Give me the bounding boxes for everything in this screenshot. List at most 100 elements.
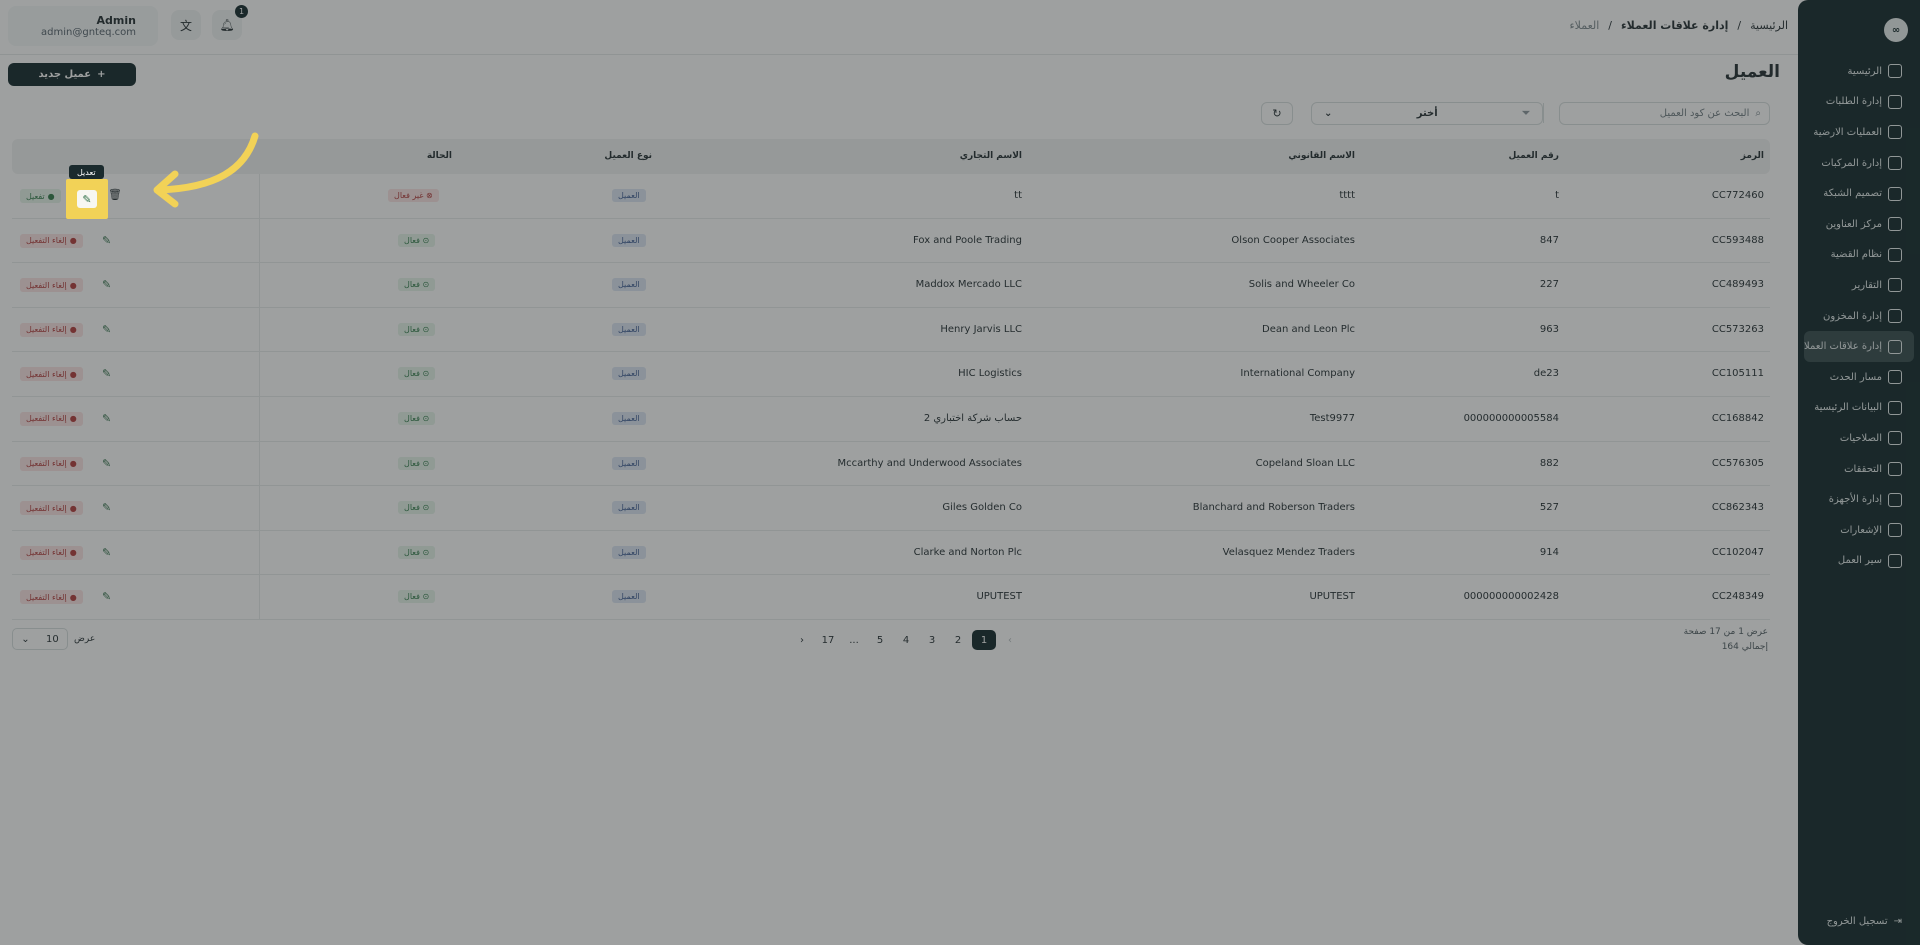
table-row[interactable]: CC489493 227 Solis and Wheeler Co Maddox…: [12, 263, 1770, 308]
delete-button[interactable]: 🗑︎: [108, 188, 122, 201]
table-row[interactable]: CC862343 527 Blanchard and Roberson Trad…: [12, 486, 1770, 531]
route-icon: [1888, 370, 1902, 385]
status-label: فعال: [404, 592, 420, 602]
page-button[interactable]: 1: [972, 630, 996, 650]
prev-page-button[interactable]: ‹: [998, 630, 1022, 650]
table-row[interactable]: CC576305 882 Copeland Sloan LLC Mccarthy…: [12, 441, 1770, 487]
cell-code: CC772460: [1711, 190, 1764, 201]
customer-type-badge: العميل: [612, 501, 646, 515]
status-label: غير فعال: [394, 191, 424, 200]
sidebar-item-4[interactable]: تصميم الشبكة: [1804, 178, 1914, 209]
sidebar-item-6[interactable]: نظام القضية: [1804, 240, 1914, 271]
column-header-trade-name[interactable]: الاسم التجاري: [960, 151, 1022, 161]
toggle-icon: ●: [69, 369, 77, 379]
edit-button[interactable]: ✎: [102, 457, 111, 470]
edit-button[interactable]: ✎: [102, 323, 111, 336]
customer-type-badge: العميل: [612, 189, 646, 202]
customer-type-badge: العميل: [612, 233, 646, 247]
table-row[interactable]: CC168842 000000000005584 Test9977 2 حساب…: [12, 396, 1770, 442]
edit-button[interactable]: ✎: [102, 590, 111, 603]
column-header-legal-name[interactable]: الاسم القانوني: [1288, 151, 1355, 161]
cell-code: CC576305: [1711, 457, 1764, 469]
edit-button[interactable]: ✎: [102, 412, 111, 425]
cell-trade-name: Henry Jarvis LLC: [940, 323, 1022, 335]
breadcrumb-crm[interactable]: إدارة علاقات العملاء: [1621, 19, 1728, 32]
sidebar-item-1[interactable]: إدارة الطلبات: [1804, 87, 1914, 118]
sidebar: ∞ الرئيسية إدارة الطلبات العمليات الارضية إ…: [1798, 0, 1920, 945]
toggle-status-button[interactable]: إلغاء التفعيل ●: [20, 545, 83, 560]
logout-button[interactable]: تسجيل الخروج ⇥: [1798, 916, 1920, 927]
sidebar-item-9[interactable]: إدارة علاقات العملاء: [1804, 331, 1914, 362]
new-customer-button[interactable]: عميل جديد +: [8, 63, 136, 86]
edit-button[interactable]: ✎: [102, 278, 111, 291]
filter-select[interactable]: ⌄ أختر ⏷: [1311, 102, 1543, 125]
toggle-status-button[interactable]: إلغاء التفعيل ●: [20, 233, 83, 248]
sidebar-item-7[interactable]: التقارير: [1804, 270, 1914, 301]
cell-number: 963: [1539, 323, 1559, 335]
edit-button[interactable]: ✎: [102, 234, 111, 247]
sidebar-item-5[interactable]: مركز العناوين: [1804, 209, 1914, 240]
page-button[interactable]: 2: [946, 630, 970, 650]
cell-number: 914: [1539, 546, 1559, 558]
toggle-status-button[interactable]: إلغاء التفعيل ●: [20, 322, 83, 337]
toggle-status-button[interactable]: إلغاء التفعيل ●: [20, 590, 83, 605]
logout-icon: ⇥: [1893, 916, 1902, 927]
table-row[interactable]: CC248349 000000000002428 UPUTEST UPUTEST…: [12, 575, 1770, 620]
sidebar-item-15[interactable]: الإشعارات: [1804, 515, 1914, 546]
customer-type-badge: العميل: [612, 411, 646, 425]
table-row[interactable]: CC573263 963 Dean and Leon Plc Henry Jar…: [12, 307, 1770, 353]
breadcrumb-home[interactable]: الرئيسية: [1750, 19, 1788, 32]
table-row[interactable]: CC105111 de23 International Company HIC …: [12, 352, 1770, 397]
language-button[interactable]: 文: [171, 10, 201, 40]
edit-button[interactable]: ✎: [102, 546, 111, 559]
next-page-button[interactable]: ›: [790, 630, 814, 650]
column-header-type[interactable]: نوع العميل: [604, 151, 652, 161]
sidebar-item-3[interactable]: إدارة المركبات: [1804, 148, 1914, 179]
sidebar-item-12[interactable]: الصلاحيات: [1804, 423, 1914, 454]
toggle-status-button[interactable]: إلغاء التفعيل ●: [20, 367, 83, 382]
toggle-status-button[interactable]: إلغاء التفعيل ●: [20, 411, 83, 426]
check-circle-icon: ⊙: [422, 280, 430, 290]
toggle-status-button[interactable]: إلغاء التفعيل ●: [20, 278, 83, 293]
page-button[interactable]: 17: [816, 630, 840, 650]
sidebar-item-0[interactable]: الرئيسية: [1804, 56, 1914, 87]
sidebar-item-16[interactable]: سير العمل: [1804, 546, 1914, 577]
cell-number: 527: [1539, 502, 1559, 514]
sidebar-item-8[interactable]: إدارة المخزون: [1804, 301, 1914, 332]
edit-button[interactable]: ✎: [102, 367, 111, 380]
toggle-status-button[interactable]: تفعيل ●: [20, 189, 61, 203]
table-row[interactable]: CC593488 847 Olson Cooper Associates Fox…: [12, 218, 1770, 264]
edit-button[interactable]: ✎: [102, 501, 111, 514]
table-row[interactable]: CC772460 t tttt tt العميل غير فعال ⊗ تفع…: [12, 174, 1770, 219]
sidebar-item-14[interactable]: إدارة الأجهزة: [1804, 484, 1914, 515]
toggle-icon: ●: [69, 592, 77, 602]
column-header-code[interactable]: الرمز: [1741, 151, 1764, 161]
database-icon: [1888, 400, 1902, 415]
x-circle-icon: ⊗: [426, 191, 433, 200]
page-button[interactable]: 4: [894, 630, 918, 650]
translate-icon: 文: [179, 18, 192, 33]
column-header-status[interactable]: الحالة: [427, 151, 452, 161]
column-header-number[interactable]: رقم العميل: [1508, 151, 1559, 161]
page-button[interactable]: 5: [868, 630, 892, 650]
sidebar-item-10[interactable]: مسار الحدث: [1804, 362, 1914, 393]
page-size-select[interactable]: ⌄ 10: [12, 628, 68, 650]
toggle-status-button[interactable]: إلغاء التفعيل ●: [20, 456, 83, 471]
chevron-down-icon: ⌄: [1324, 108, 1333, 119]
user-card[interactable]: Admin admin@gnteq.com: [8, 6, 158, 46]
table-row[interactable]: CC102047 914 Velasquez Mendez Traders Cl…: [12, 530, 1770, 576]
notifications-button[interactable]: 🔔︎ 1: [212, 5, 248, 40]
page-button[interactable]: 3: [920, 630, 944, 650]
refresh-button[interactable]: ↻: [1261, 102, 1293, 125]
bell-icon: 🔔︎: [219, 18, 235, 32]
sidebar-item-2[interactable]: العمليات الارضية: [1804, 117, 1914, 148]
highlighted-edit-button[interactable]: ✎: [66, 179, 108, 219]
app-logo[interactable]: ∞: [1884, 18, 1908, 42]
page-size-value: 10: [46, 633, 59, 645]
sidebar-item-11[interactable]: البيانات الرئيسية: [1804, 393, 1914, 424]
toggle-status-button[interactable]: إلغاء التفعيل ●: [20, 501, 83, 516]
sidebar-item-13[interactable]: التحققات: [1804, 454, 1914, 485]
toggle-status-label: إلغاء التفعيل: [26, 325, 67, 335]
toggle-icon: ●: [69, 459, 77, 469]
search-input[interactable]: البحث عن كود العميل ⌕: [1559, 102, 1770, 125]
